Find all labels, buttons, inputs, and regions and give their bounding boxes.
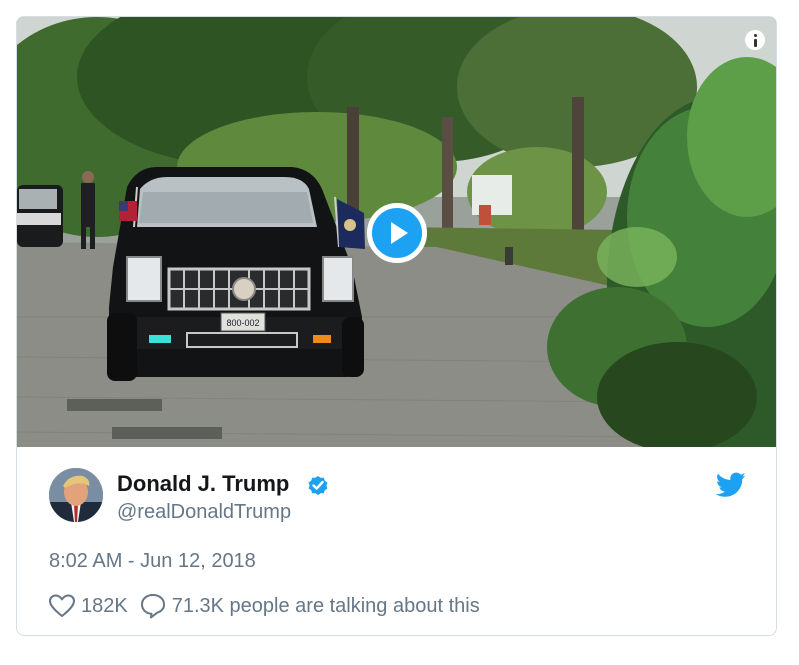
tweet-timestamp[interactable]: 8:02 AM - Jun 12, 2018	[49, 550, 256, 573]
speech-bubble-icon	[140, 594, 165, 619]
tweet-actions: 182K 71.3K people are talking about this	[49, 592, 480, 620]
conversation-button[interactable]: 71.3K people are talking about this	[140, 593, 480, 619]
play-icon	[391, 222, 408, 244]
conversation-text: 71.3K people are talking about this	[171, 594, 480, 617]
avatar[interactable]	[49, 468, 103, 522]
info-icon	[753, 34, 757, 37]
info-button[interactable]	[745, 30, 765, 50]
license-plate-text: 800-002	[226, 318, 259, 328]
author-display-name[interactable]: Donald J. Trump	[117, 471, 289, 497]
heart-icon	[49, 594, 75, 617]
video-thumbnail[interactable]: 800-002	[17, 17, 776, 447]
verified-badge-icon	[308, 476, 328, 495]
author-handle[interactable]: @realDonaldTrump	[117, 501, 291, 524]
tweet-card: 800-002 Donald J. Trump @realDonaldTrump…	[16, 16, 777, 636]
like-button[interactable]: 182K	[49, 594, 140, 618]
like-count: 182K	[81, 594, 128, 617]
play-button[interactable]	[367, 203, 427, 263]
twitter-bird-icon[interactable]	[716, 472, 746, 498]
avatar-portrait	[49, 468, 103, 522]
